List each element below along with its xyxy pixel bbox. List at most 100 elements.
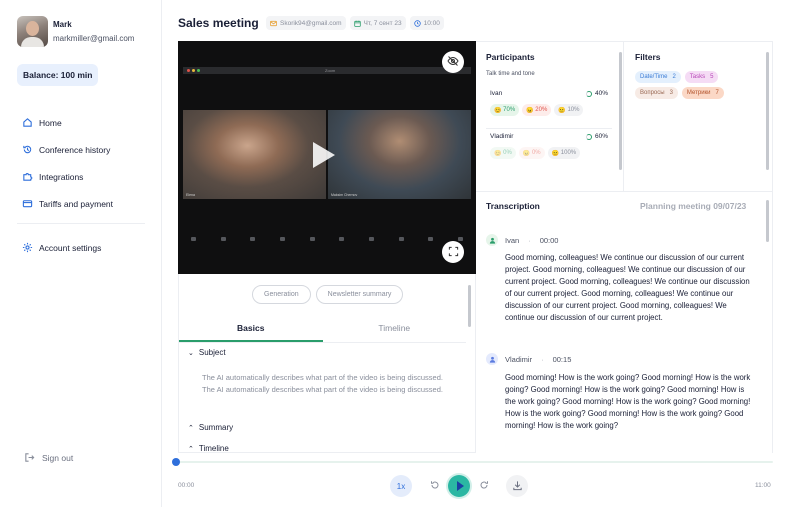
sign-out-label: Sign out (42, 452, 74, 463)
filter-tag-tasks[interactable]: Tasks 5 (684, 71, 719, 83)
nav-label: Tariffs and payment (39, 198, 114, 209)
filters-panel (624, 41, 773, 191)
nav-divider (17, 223, 145, 224)
page-title: Sales meeting (178, 16, 259, 30)
clock-icon (413, 19, 421, 27)
positive-tone-badge: 😊 0% (490, 147, 516, 159)
time-chip: 10:00 (409, 16, 444, 30)
user-icon (486, 353, 498, 365)
current-time: 00:00 (178, 482, 195, 489)
video-player[interactable]: Zoom Elena Maksim Chernov (178, 41, 476, 274)
positive-tone-badge: 😊 70% (490, 104, 520, 116)
zoom-title: Zoom (325, 68, 336, 73)
speaker-name: Vladimir (505, 354, 533, 364)
zoom-controls (183, 237, 471, 247)
meeting-time: 10:00 (423, 19, 440, 27)
main-nav: Home Conference history Integrations Tar… (22, 109, 113, 217)
summary-section-toggle[interactable]: ⌃ Summary (188, 423, 233, 432)
meeting-date: Чт, 7 сент 23 (363, 19, 402, 27)
date-chip: Чт, 7 сент 23 (349, 16, 406, 30)
speaker-header: Vladimir · 00:15 (486, 353, 571, 365)
nav-label: Account settings (39, 242, 102, 253)
participant-row: Vladimir 60% 😊 0% 😠 0% 😐 100% (490, 133, 608, 159)
balance-badge: Balance: 100 min (17, 64, 99, 86)
nav-item-home[interactable]: Home (22, 109, 113, 136)
subject-section-toggle[interactable]: ⌄ Subject (188, 348, 226, 357)
seek-thumb[interactable] (172, 458, 180, 466)
participants-scrollbar[interactable] (619, 52, 622, 170)
puzzle-icon (22, 171, 33, 182)
playback-speed-button[interactable]: 1x (390, 475, 412, 497)
nav-item-integrations[interactable]: Integrations (22, 163, 113, 190)
nav-item-conference-history[interactable]: Conference history (22, 136, 113, 163)
profile[interactable]: Mark markmiller@gmail.com (17, 16, 134, 47)
play-button[interactable] (448, 475, 470, 497)
participant-name: Vladimir (490, 133, 514, 140)
fullscreen-icon (448, 246, 459, 259)
chevron-down-icon: ⌄ (188, 349, 194, 357)
speaker-time[interactable]: 00:00 (540, 236, 559, 245)
transcript-text: Good morning! How is the work going? Goo… (505, 373, 751, 431)
profile-name: Mark (53, 20, 72, 29)
negative-tone-badge: 😠 0% (518, 147, 545, 159)
tab-basics[interactable]: Basics (179, 316, 323, 342)
zoom-titlebar: Zoom (183, 67, 471, 74)
card-icon (22, 198, 33, 209)
user-icon (486, 234, 498, 246)
play-overlay-icon[interactable] (313, 142, 335, 168)
filter-tag-datetime[interactable]: Date/Time 2 (635, 71, 681, 83)
video-feed-1: Elena (183, 110, 326, 199)
filter-tag-metrics[interactable]: Метрики 7 (681, 87, 724, 99)
total-time: 11:00 (755, 482, 771, 489)
filter-tags: Date/Time 2 Tasks 5 Вопросы 3 Метрики 7 (635, 71, 763, 99)
video-feed-2: Maksim Chernov (328, 110, 471, 199)
summary-tabs: Basics Timeline (179, 316, 466, 343)
nav-item-account-settings[interactable]: Account settings (22, 234, 101, 261)
settings-nav: Account settings (22, 234, 101, 261)
subject-heading: Subject (198, 348, 226, 357)
talk-ring-icon (585, 133, 592, 140)
transcription-title: Transcription (486, 201, 540, 211)
forward-button[interactable] (477, 479, 490, 492)
newsletter-summary-button[interactable]: Newsletter summary (315, 285, 404, 304)
summary-heading: Summary (198, 423, 234, 432)
chevron-up-icon: ⌃ (188, 445, 194, 453)
timeline-heading: Timeline (198, 444, 229, 453)
participants-subtitle: Talk time and tone (486, 71, 535, 77)
calendar-icon (353, 20, 361, 27)
participants-panel (476, 41, 624, 191)
neutral-tone-badge: 😐 100% (547, 147, 581, 159)
sign-out-button[interactable]: Sign out (24, 452, 73, 463)
window-dots (187, 69, 200, 72)
filters-scrollbar[interactable] (766, 52, 769, 170)
profile-email: markmiller@gmail.com (53, 34, 135, 43)
forward-icon (479, 480, 489, 492)
rewind-button[interactable] (428, 479, 441, 492)
timeline-section-toggle[interactable]: ⌃ Timeline (188, 444, 229, 453)
transcription-scrollbar[interactable] (766, 200, 769, 242)
nav-label: Home (39, 117, 62, 128)
generation-button[interactable]: Generation (252, 285, 311, 304)
download-button[interactable] (506, 475, 528, 497)
feed-1-name: Elena (186, 193, 195, 197)
generation-actions: Generation Newsletter summary (252, 285, 404, 304)
hide-video-button[interactable] (442, 51, 464, 73)
negative-tone-badge: 😠 20% (522, 104, 552, 116)
nav-item-tariffs[interactable]: Tariffs and payment (22, 190, 113, 217)
sidebar: Mark markmiller@gmail.com Balance: 100 m… (0, 0, 162, 507)
filter-tag-questions[interactable]: Вопросы 3 (635, 87, 678, 99)
speaker-time[interactable]: 00:15 (553, 355, 572, 364)
fullscreen-button[interactable] (442, 241, 464, 263)
participant-name: Ivan (490, 90, 503, 97)
participant-divider (486, 128, 612, 129)
seek-bar[interactable] (176, 461, 773, 463)
talk-percent: 40% (594, 90, 608, 97)
talk-ring-icon (585, 90, 592, 97)
feed-2-name: Maksim Chernov (331, 193, 358, 197)
speaker-name: Ivan (505, 235, 520, 245)
summary-scrollbar[interactable] (468, 285, 471, 327)
history-icon (22, 144, 33, 155)
speaker-header: Ivan · 00:00 (486, 234, 558, 246)
tab-timeline[interactable]: Timeline (323, 316, 467, 342)
meeting-meta: Skorik94@gmail.com Чт, 7 сент 23 10:00 (266, 16, 444, 30)
